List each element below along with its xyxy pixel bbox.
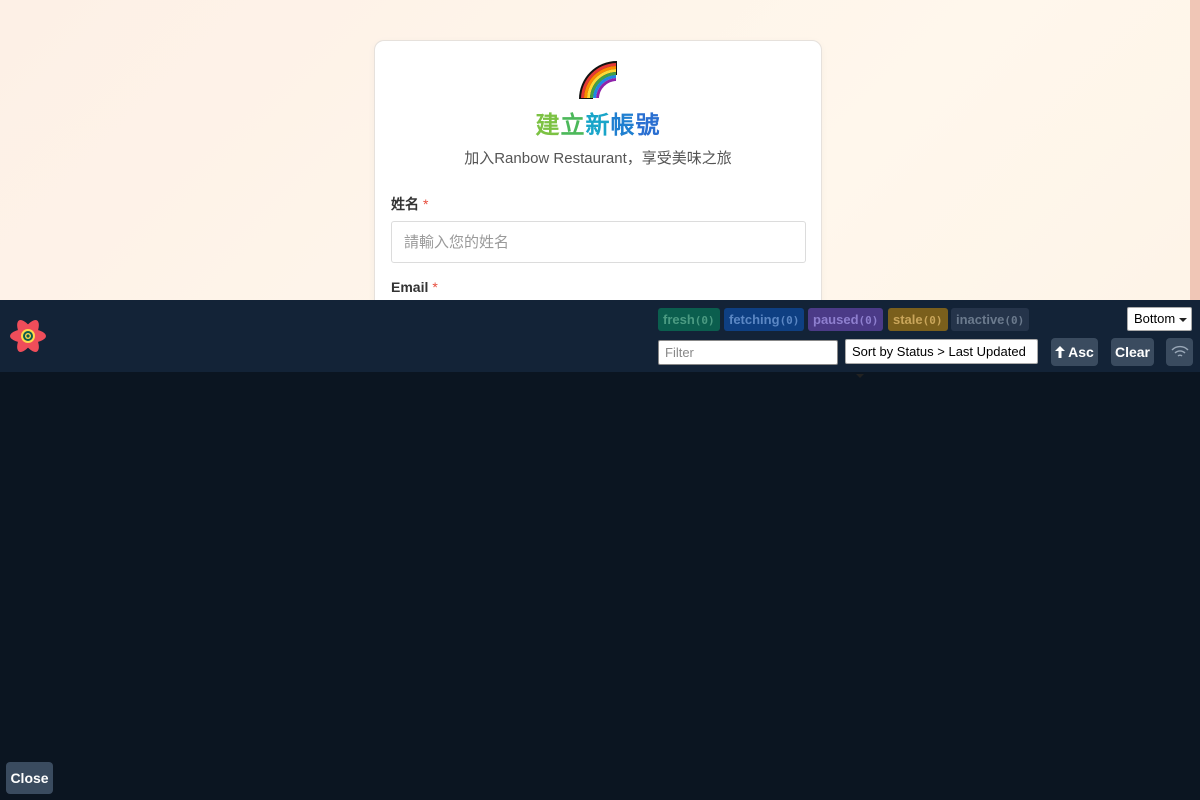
name-label: 姓名 * [391, 194, 428, 214]
status-badge-stale: stale(0) [888, 308, 948, 331]
title-char: 建 [535, 111, 561, 139]
badge-count: (0) [694, 314, 715, 327]
name-input[interactable] [391, 221, 806, 263]
status-badge-fresh: fresh(0) [658, 308, 720, 331]
chevron-down-icon [856, 373, 864, 378]
page-subtitle: 加入Ranbow Restaurant，享受美味之旅 [464, 150, 732, 167]
name-label-text: 姓名 [391, 196, 419, 212]
sort-select[interactable]: Sort by Status > Last Updated [845, 339, 1038, 378]
sort-select-value: Sort by Status > Last Updated [852, 344, 1026, 359]
title-char: 立 [560, 111, 586, 139]
react-query-logo-icon[interactable] [8, 318, 48, 354]
close-button[interactable]: Close [6, 762, 53, 794]
position-select-value: Bottom [1134, 311, 1176, 326]
sort-direction-label: Asc [1068, 344, 1094, 360]
page-title: 建立新帳號 [375, 105, 821, 140]
title-char: 新 [585, 111, 611, 139]
badge-label: paused [813, 312, 859, 327]
badge-label: inactive [956, 312, 1005, 327]
wifi-icon [1170, 345, 1189, 357]
badge-count: (0) [858, 314, 879, 327]
badge-label: stale [893, 312, 923, 327]
arrow-up-icon [1055, 346, 1066, 358]
sort-direction-button[interactable]: Asc [1051, 338, 1098, 366]
network-toggle-button[interactable] [1166, 338, 1193, 366]
status-badge-fetching: fetching(0) [724, 308, 805, 331]
chevron-down-icon [1179, 317, 1188, 322]
rainbow-icon [579, 61, 617, 99]
email-label-text: Email [391, 279, 429, 295]
required-marker: * [423, 196, 429, 212]
signup-card: 建立新帳號 加入Ranbow Restaurant，享受美味之旅 姓名* Ema… [374, 40, 822, 340]
status-badge-inactive: inactive(0) [951, 308, 1030, 331]
position-select[interactable]: Bottom [1127, 307, 1192, 331]
filter-input[interactable] [658, 340, 838, 365]
query-devtools-panel: fresh(0) fetching(0) paused(0) stale(0) … [0, 300, 1200, 800]
title-char: 號 [635, 111, 661, 139]
badge-label: fetching [729, 312, 780, 327]
title-char: 帳 [610, 111, 636, 139]
badge-count: (0) [1004, 314, 1025, 327]
email-label: Email * [391, 279, 438, 295]
scrollbar[interactable] [1190, 0, 1200, 300]
badge-count: (0) [922, 314, 943, 327]
badge-count: (0) [779, 314, 800, 327]
devtools-header: fresh(0) fetching(0) paused(0) stale(0) … [0, 300, 1200, 378]
status-badge-paused: paused(0) [808, 308, 884, 331]
clear-button[interactable]: Clear [1111, 338, 1154, 366]
badge-label: fresh [663, 312, 695, 327]
required-marker: * [432, 279, 438, 295]
